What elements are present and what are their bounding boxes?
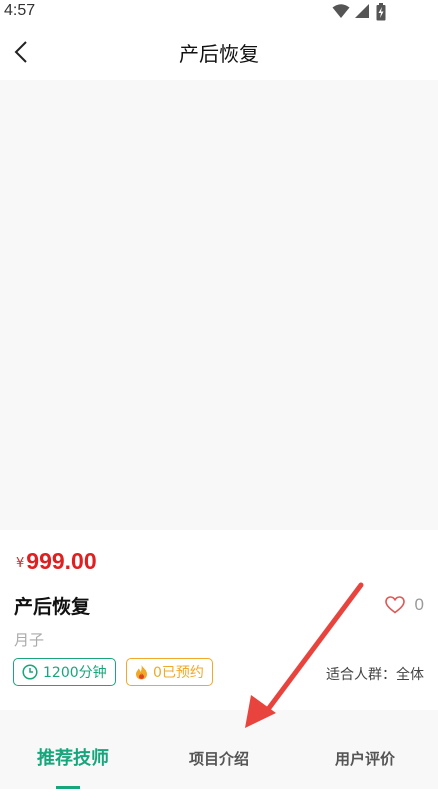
- signal-icon: [355, 4, 369, 18]
- duration-text: 1200分钟: [43, 665, 107, 681]
- battery-icon: [376, 3, 386, 21]
- bookings-text: 0已预约: [153, 665, 204, 681]
- audience-text: 适合人群：全体: [326, 667, 424, 683]
- tab-bar: 推荐技师 项目介绍 用户评价: [0, 710, 438, 789]
- favorite-button[interactable]: 0: [384, 592, 424, 618]
- product-image: [0, 80, 438, 530]
- tab-user-reviews[interactable]: 用户评价: [292, 710, 438, 789]
- price-value: 999.00: [26, 548, 97, 574]
- status-bar: 4:57: [0, 0, 438, 24]
- tab-recommended-therapists[interactable]: 推荐技师: [0, 710, 146, 789]
- category-tag: 月子: [14, 631, 45, 649]
- page-title: 产后恢复: [179, 42, 259, 66]
- tab-project-intro[interactable]: 项目介绍: [146, 710, 292, 789]
- product-info: ¥999.00 产后恢复 0 月子 1200分钟 0已预约 适合人群：全体: [0, 530, 438, 710]
- clock-icon: [22, 664, 38, 680]
- status-time: 4:57: [4, 2, 36, 19]
- nav-bar: 产后恢复: [0, 24, 438, 80]
- favorite-count: 0: [414, 595, 424, 614]
- bookings-badge: 0已预约: [126, 658, 213, 686]
- flame-icon: [136, 665, 147, 680]
- wifi-icon: [332, 4, 350, 18]
- price: ¥999.00: [16, 548, 97, 575]
- duration-badge: 1200分钟: [13, 658, 116, 686]
- price-currency: ¥: [16, 556, 25, 571]
- product-name: 产后恢复: [14, 596, 91, 618]
- heart-icon: [384, 596, 405, 614]
